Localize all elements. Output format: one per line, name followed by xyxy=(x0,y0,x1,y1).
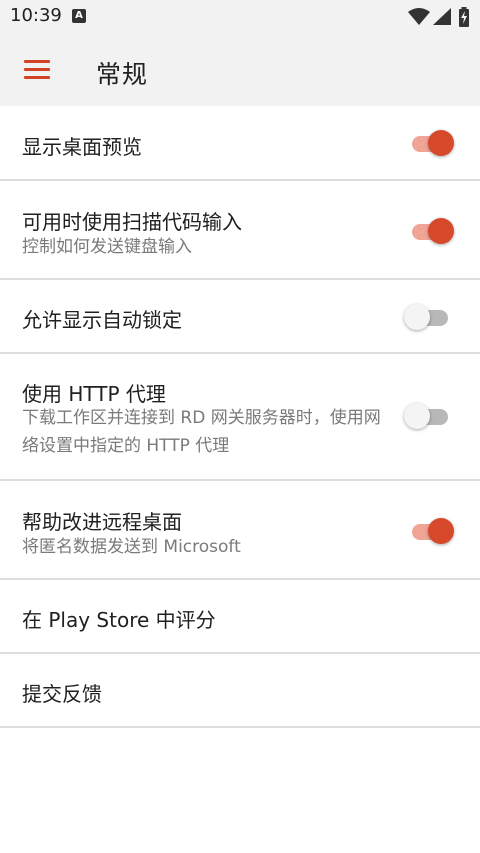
setting-rate-play-store[interactable]: 在 Play Store 中评分 xyxy=(0,580,480,654)
toolbar: 常规 xyxy=(0,34,480,106)
status-time: 10:39 xyxy=(10,5,62,26)
page-title: 常规 xyxy=(96,60,149,89)
setting-title: 显示桌面预览 xyxy=(22,135,142,159)
wifi-icon xyxy=(408,8,430,25)
setting-allow-auto-lock[interactable]: 允许显示自动锁定 xyxy=(0,280,480,354)
setting-http-proxy[interactable]: 使用 HTTP 代理 下载工作区并连接到 RD 网关服务器时，使用网络设置中指定… xyxy=(0,354,480,481)
setting-send-feedback[interactable]: 提交反馈 xyxy=(0,654,480,728)
setting-title: 使用 HTTP 代理 xyxy=(22,382,166,406)
setting-title: 可用时使用扫描代码输入 xyxy=(22,210,242,234)
setting-summary: 控制如何发送键盘输入 xyxy=(22,237,192,257)
setting-scancode-input[interactable]: 可用时使用扫描代码输入 控制如何发送键盘输入 xyxy=(0,181,480,280)
setting-help-improve[interactable]: 帮助改进远程桌面 将匿名数据发送到 Microsoft xyxy=(0,481,480,580)
help-improve-switch[interactable] xyxy=(404,517,456,547)
auto-lock-switch[interactable] xyxy=(404,303,456,333)
scancode-input-switch[interactable] xyxy=(404,217,456,247)
setting-summary: 下载工作区并连接到 RD 网关服务器时，使用网络设置中指定的 HTTP 代理 xyxy=(22,408,381,456)
a-notification-icon: A xyxy=(72,9,86,23)
setting-title: 帮助改进远程桌面 xyxy=(22,510,182,534)
setting-summary: 将匿名数据发送到 Microsoft xyxy=(22,537,241,557)
status-bar: 10:39 A xyxy=(0,0,480,34)
setting-title: 提交反馈 xyxy=(22,682,102,706)
desktop-preview-switch[interactable] xyxy=(404,129,456,159)
hamburger-menu-icon[interactable] xyxy=(24,60,50,80)
signal-icon xyxy=(433,8,451,25)
http-proxy-switch[interactable] xyxy=(404,402,456,432)
settings-list: 显示桌面预览 可用时使用扫描代码输入 控制如何发送键盘输入 允许显示自动锁定 使… xyxy=(0,106,480,728)
setting-title: 在 Play Store 中评分 xyxy=(22,608,216,632)
status-icons xyxy=(408,6,472,28)
battery-charging-icon xyxy=(459,7,469,27)
setting-show-desktop-preview[interactable]: 显示桌面预览 xyxy=(0,106,480,181)
setting-title: 允许显示自动锁定 xyxy=(22,308,182,332)
